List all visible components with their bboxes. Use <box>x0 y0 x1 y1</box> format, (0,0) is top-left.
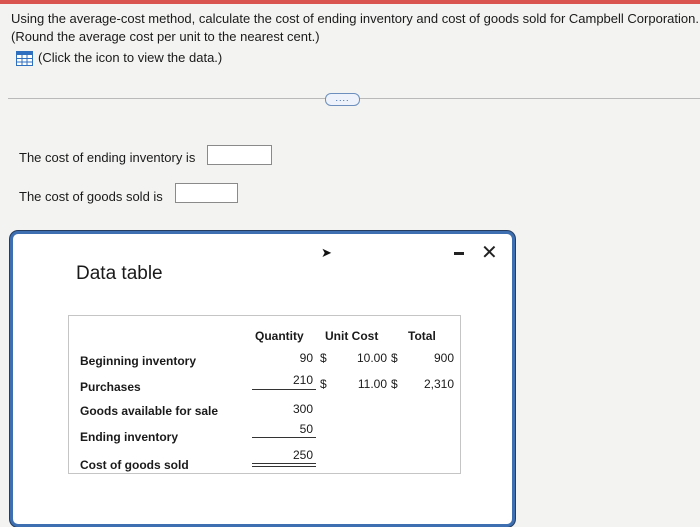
row-unit-dollar: $ <box>391 351 398 365</box>
question-instruction: (Round the average cost per unit to the … <box>11 29 320 44</box>
ending-inventory-label: The cost of ending inventory is <box>19 150 196 165</box>
row-label: Ending inventory <box>80 430 179 444</box>
mouse-cursor-icon: ➤ <box>321 245 332 260</box>
data-table-dialog: Data table ✕ ➤ Quantity Unit Cost Total … <box>10 231 515 527</box>
view-data-link[interactable]: (Click the icon to view the data.) <box>16 50 222 66</box>
row-unit-cost: 10.00 <box>356 351 387 365</box>
row-quantity: 210 <box>292 373 313 387</box>
row-label: Purchases <box>80 380 141 394</box>
table-grid-icon[interactable] <box>16 50 33 66</box>
header-unit-cost: Unit Cost <box>325 329 379 343</box>
subtotal-rule <box>252 389 316 390</box>
row-unit-cost: 11.00 <box>357 377 387 391</box>
row-total: 2,310 <box>423 377 454 391</box>
row-quantity: 90 <box>299 351 313 365</box>
row-quantity: 250 <box>292 448 313 462</box>
total-rule <box>252 463 316 464</box>
cogs-label: The cost of goods sold is <box>19 189 163 204</box>
row-label: Goods available for sale <box>80 404 219 418</box>
row-total: 900 <box>433 351 454 365</box>
row-quantity: 50 <box>299 422 313 436</box>
question-text: Using the average-cost method, calculate… <box>11 11 699 26</box>
cogs-input[interactable] <box>175 183 238 203</box>
total-rule <box>252 466 316 467</box>
data-table: Quantity Unit Cost Total Beginning inven… <box>68 315 461 474</box>
subtotal-rule <box>252 437 316 438</box>
row-quantity: 300 <box>292 402 313 416</box>
header-quantity: Quantity <box>255 329 304 343</box>
row-label: Cost of goods sold <box>80 458 189 472</box>
row-dollar: $ <box>320 351 327 365</box>
header-total: Total <box>408 329 436 343</box>
close-icon[interactable]: ✕ <box>481 243 498 263</box>
ending-inventory-input[interactable] <box>207 145 272 165</box>
dialog-title: Data table <box>76 263 163 284</box>
row-unit-dollar: $ <box>391 377 398 391</box>
top-accent-bar <box>0 0 700 4</box>
minimize-icon[interactable] <box>454 252 464 255</box>
expand-more-button[interactable]: .... <box>325 93 360 106</box>
row-dollar: $ <box>320 377 327 391</box>
view-data-label[interactable]: (Click the icon to view the data.) <box>38 50 222 66</box>
row-label: Beginning inventory <box>80 354 197 368</box>
